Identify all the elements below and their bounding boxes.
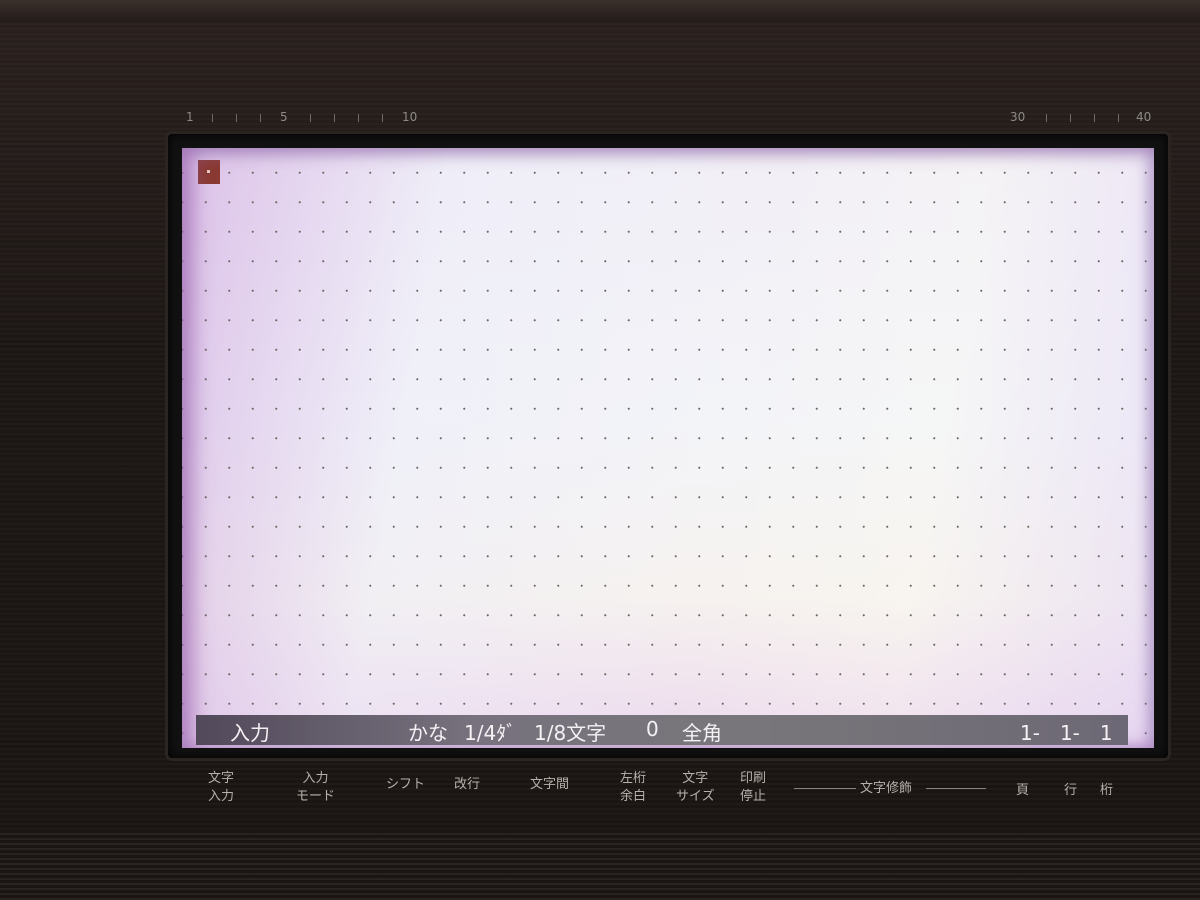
status-bar: 入力 かな 1/4ﾀﾞ 1/8文字 0 全角 1- 1- 1: [196, 715, 1128, 745]
key-newline[interactable]: 改行: [454, 776, 480, 794]
key-left-margin[interactable]: 左桁 余白: [620, 770, 646, 806]
status-mode: 入力: [230, 721, 270, 745]
key-input-mode[interactable]: 入力 モード: [296, 770, 335, 806]
key-char-spacing[interactable]: 文字間: [530, 776, 569, 794]
ruler-tick: [260, 114, 261, 122]
key-page[interactable]: 頁: [1016, 782, 1029, 800]
ruler-tick: [1118, 114, 1119, 122]
ruler-tick: [334, 114, 335, 122]
device-keyboard-ridge: [0, 830, 1200, 900]
ruler-label: 40: [1136, 110, 1152, 124]
function-key-labels: 文字 入力 入力 モード シフト 改行 文字間 左桁 余白 文字 サイズ 印刷 …: [170, 770, 1170, 820]
ruler-label: 5: [280, 110, 288, 124]
ruler-tick: [358, 114, 359, 122]
text-cursor: [198, 160, 220, 184]
key-char-decoration[interactable]: 文字修飾: [860, 780, 912, 798]
key-char-input[interactable]: 文字 入力: [208, 770, 234, 806]
decoration-line-left: [794, 788, 856, 789]
key-print-stop[interactable]: 印刷 停止: [740, 770, 766, 806]
ruler-tick: [1094, 114, 1095, 122]
ruler-tick: [1046, 114, 1047, 122]
key-column[interactable]: 桁: [1100, 782, 1113, 800]
status-kana: かな: [408, 721, 448, 745]
status-pitch: 1/4ﾀﾞ: [464, 721, 517, 745]
ruler-tick: [1070, 114, 1071, 122]
ruler-label: 10: [402, 110, 418, 124]
ruler-tick: [212, 114, 213, 122]
device-top-edge: [0, 0, 1200, 22]
key-char-size[interactable]: 文字 サイズ: [676, 770, 715, 806]
key-line[interactable]: 行: [1064, 782, 1077, 800]
ruler-tick: [310, 114, 311, 122]
status-count: 0: [646, 717, 659, 741]
status-char-size: 1/8文字: [534, 721, 607, 745]
status-width: 全角: [682, 721, 722, 745]
decoration-line-right: [926, 788, 986, 789]
ruler-label: 30: [1010, 110, 1026, 124]
ruler-label: 1: [186, 110, 194, 124]
key-shift[interactable]: シフト: [386, 776, 425, 794]
ruler-tick: [382, 114, 383, 122]
column-ruler: 1 5 10 30 40: [180, 104, 1160, 132]
lcd-screen[interactable]: [182, 148, 1154, 748]
status-position: 1- 1- 1: [1020, 721, 1113, 745]
ruler-tick: [236, 114, 237, 122]
